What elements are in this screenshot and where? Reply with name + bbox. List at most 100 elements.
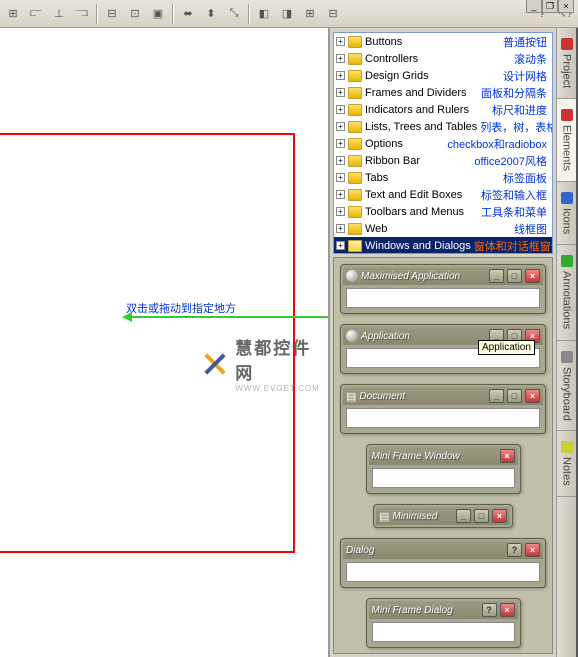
- toolbar-button[interactable]: ⊡: [124, 3, 146, 25]
- document-icon: ▤: [379, 510, 389, 523]
- min-button[interactable]: _: [489, 269, 504, 283]
- toolbar-button[interactable]: ⊞: [2, 3, 24, 25]
- window-restore-button[interactable]: ❐: [542, 0, 558, 13]
- tree-item[interactable]: +Frames and Dividers面板和分隔条: [334, 84, 552, 101]
- folder-icon: [348, 70, 362, 82]
- toolbar-button[interactable]: ⤡: [223, 3, 245, 25]
- toolbar-button[interactable]: ⊞: [299, 3, 321, 25]
- expand-icon[interactable]: +: [336, 105, 345, 114]
- min-button[interactable]: _: [456, 509, 471, 523]
- expand-icon[interactable]: +: [336, 37, 345, 46]
- toolbar-button[interactable]: ⊟: [101, 3, 123, 25]
- tree-item[interactable]: +Controllers滚动条: [334, 50, 552, 67]
- element-template[interactable]: Maximised Application_□×: [340, 264, 546, 314]
- max-button[interactable]: □: [507, 389, 522, 403]
- tree-item[interactable]: +Ribbon Baroffice2007风格: [334, 152, 552, 169]
- tree-item-label: Ribbon Bar: [365, 155, 420, 167]
- max-button[interactable]: □: [507, 269, 522, 283]
- element-template[interactable]: ▤Minimised_□×: [373, 504, 513, 528]
- close-button[interactable]: ×: [525, 269, 540, 283]
- expand-icon[interactable]: +: [336, 207, 345, 216]
- toolbar-button[interactable]: ⫍: [25, 3, 47, 25]
- app-icon: [346, 270, 358, 282]
- tree-item-label: Lists, Trees and Tables: [365, 121, 477, 133]
- close-button[interactable]: ×: [500, 603, 515, 617]
- element-template[interactable]: ▤Document_□×: [340, 384, 546, 434]
- side-tab-notes[interactable]: Notes: [557, 431, 576, 497]
- side-tab-label: Project: [561, 54, 573, 88]
- close-button[interactable]: ×: [525, 543, 540, 557]
- help-button[interactable]: ?: [482, 603, 497, 617]
- side-tab-elements[interactable]: Elements: [557, 99, 576, 182]
- close-button[interactable]: ×: [525, 389, 540, 403]
- toolbar-button[interactable]: ⬌: [177, 3, 199, 25]
- side-tab-label: Annotations: [561, 271, 573, 329]
- window-minimize-button[interactable]: _: [526, 0, 542, 13]
- expand-icon[interactable]: +: [336, 156, 345, 165]
- folder-icon: [348, 121, 362, 133]
- side-tab-storyboard[interactable]: Storyboard: [557, 341, 576, 432]
- tree-item[interactable]: +Toolbars and Menus工具条和菜单: [334, 203, 552, 220]
- min-button[interactable]: _: [489, 389, 504, 403]
- design-canvas[interactable]: 双击或拖动到指定地方 慧都控件网 WWW.EVGET.COM: [0, 28, 328, 657]
- tab-icon: [561, 441, 573, 453]
- tree-item-annotation: 标签面板: [503, 170, 550, 186]
- tree-item-label: Design Grids: [365, 70, 429, 82]
- folder-icon: [348, 87, 362, 99]
- folder-icon: [348, 172, 362, 184]
- watermark-url: WWW.EVGET.COM: [235, 384, 328, 393]
- element-title: Mini Frame Dialog: [372, 605, 479, 616]
- tree-item[interactable]: +Optionscheckbox和radiobox: [334, 135, 552, 152]
- element-template[interactable]: Mini Frame Window×: [366, 444, 521, 494]
- toolbar-button[interactable]: ◨: [276, 3, 298, 25]
- elements-preview-panel[interactable]: Maximised Application_□×Application_□×▤D…: [333, 257, 553, 654]
- toolbar-button[interactable]: ⬍: [200, 3, 222, 25]
- tree-item-annotation: 设计网格: [503, 68, 550, 84]
- toolbar-button[interactable]: ⫎: [71, 3, 93, 25]
- app-icon: [346, 330, 358, 342]
- element-category-tree[interactable]: +Buttons普通按钮+Controllers滚动条+Design Grids…: [333, 32, 553, 254]
- document-icon: ▤: [346, 390, 356, 403]
- expand-icon[interactable]: +: [336, 122, 345, 131]
- expand-icon[interactable]: +: [336, 88, 345, 97]
- tree-item[interactable]: + Design Grids 设计网格: [334, 67, 552, 84]
- expand-icon[interactable]: +: [336, 241, 345, 250]
- expand-icon[interactable]: +: [336, 54, 345, 63]
- toolbar-button[interactable]: ⊥: [48, 3, 70, 25]
- tree-item[interactable]: +Windows and Dialogs窗体和对话框窗体: [334, 237, 552, 254]
- toolbar-button[interactable]: ◧: [253, 3, 275, 25]
- side-tab-icons[interactable]: Icons: [557, 182, 576, 245]
- toolbar-button[interactable]: ⊟: [322, 3, 344, 25]
- tree-item-annotation: 标签和输入框: [481, 187, 550, 203]
- expand-icon[interactable]: +: [336, 190, 345, 199]
- help-button[interactable]: ?: [507, 543, 522, 557]
- side-tab-annotations[interactable]: Annotations: [557, 245, 576, 340]
- main-toolbar: ⊞ ⫍ ⊥ ⫎ ⊟ ⊡ ▣ ⬌ ⬍ ⤡ ◧ ◨ ⊞ ⊟ ? ↖?: [0, 0, 578, 28]
- element-title: Application: [361, 331, 486, 342]
- expand-icon[interactable]: +: [336, 173, 345, 182]
- toolbar-button[interactable]: ▣: [147, 3, 169, 25]
- close-button[interactable]: ×: [500, 449, 515, 463]
- tab-icon: [561, 192, 573, 204]
- element-title: Mini Frame Window: [372, 451, 497, 462]
- close-button[interactable]: ×: [492, 509, 507, 523]
- max-button[interactable]: □: [474, 509, 489, 523]
- tree-item[interactable]: +Tabs标签面板: [334, 169, 552, 186]
- element-template[interactable]: Dialog?×: [340, 538, 546, 588]
- tree-item-annotation: 列表，树，表格: [480, 119, 553, 135]
- element-template[interactable]: Mini Frame Dialog?×: [366, 598, 521, 648]
- tree-item-label: Web: [365, 223, 387, 235]
- side-tab-project[interactable]: Project: [557, 28, 576, 99]
- window-close-button[interactable]: ×: [558, 0, 574, 13]
- folder-icon: [348, 138, 362, 150]
- expand-icon[interactable]: +: [336, 71, 345, 80]
- tree-item[interactable]: +Web线框图: [334, 220, 552, 237]
- tree-item[interactable]: +Buttons普通按钮: [334, 33, 552, 50]
- tree-item[interactable]: +Indicators and Rulers标尺和进度: [334, 101, 552, 118]
- expand-icon[interactable]: +: [336, 139, 345, 148]
- tree-item[interactable]: + Lists, Trees and Tables列表，树，表格: [334, 118, 552, 135]
- expand-icon[interactable]: +: [336, 224, 345, 233]
- tree-item[interactable]: +Text and Edit Boxes标签和输入框: [334, 186, 552, 203]
- tree-item-label: Options: [365, 138, 403, 150]
- folder-icon: [348, 104, 362, 116]
